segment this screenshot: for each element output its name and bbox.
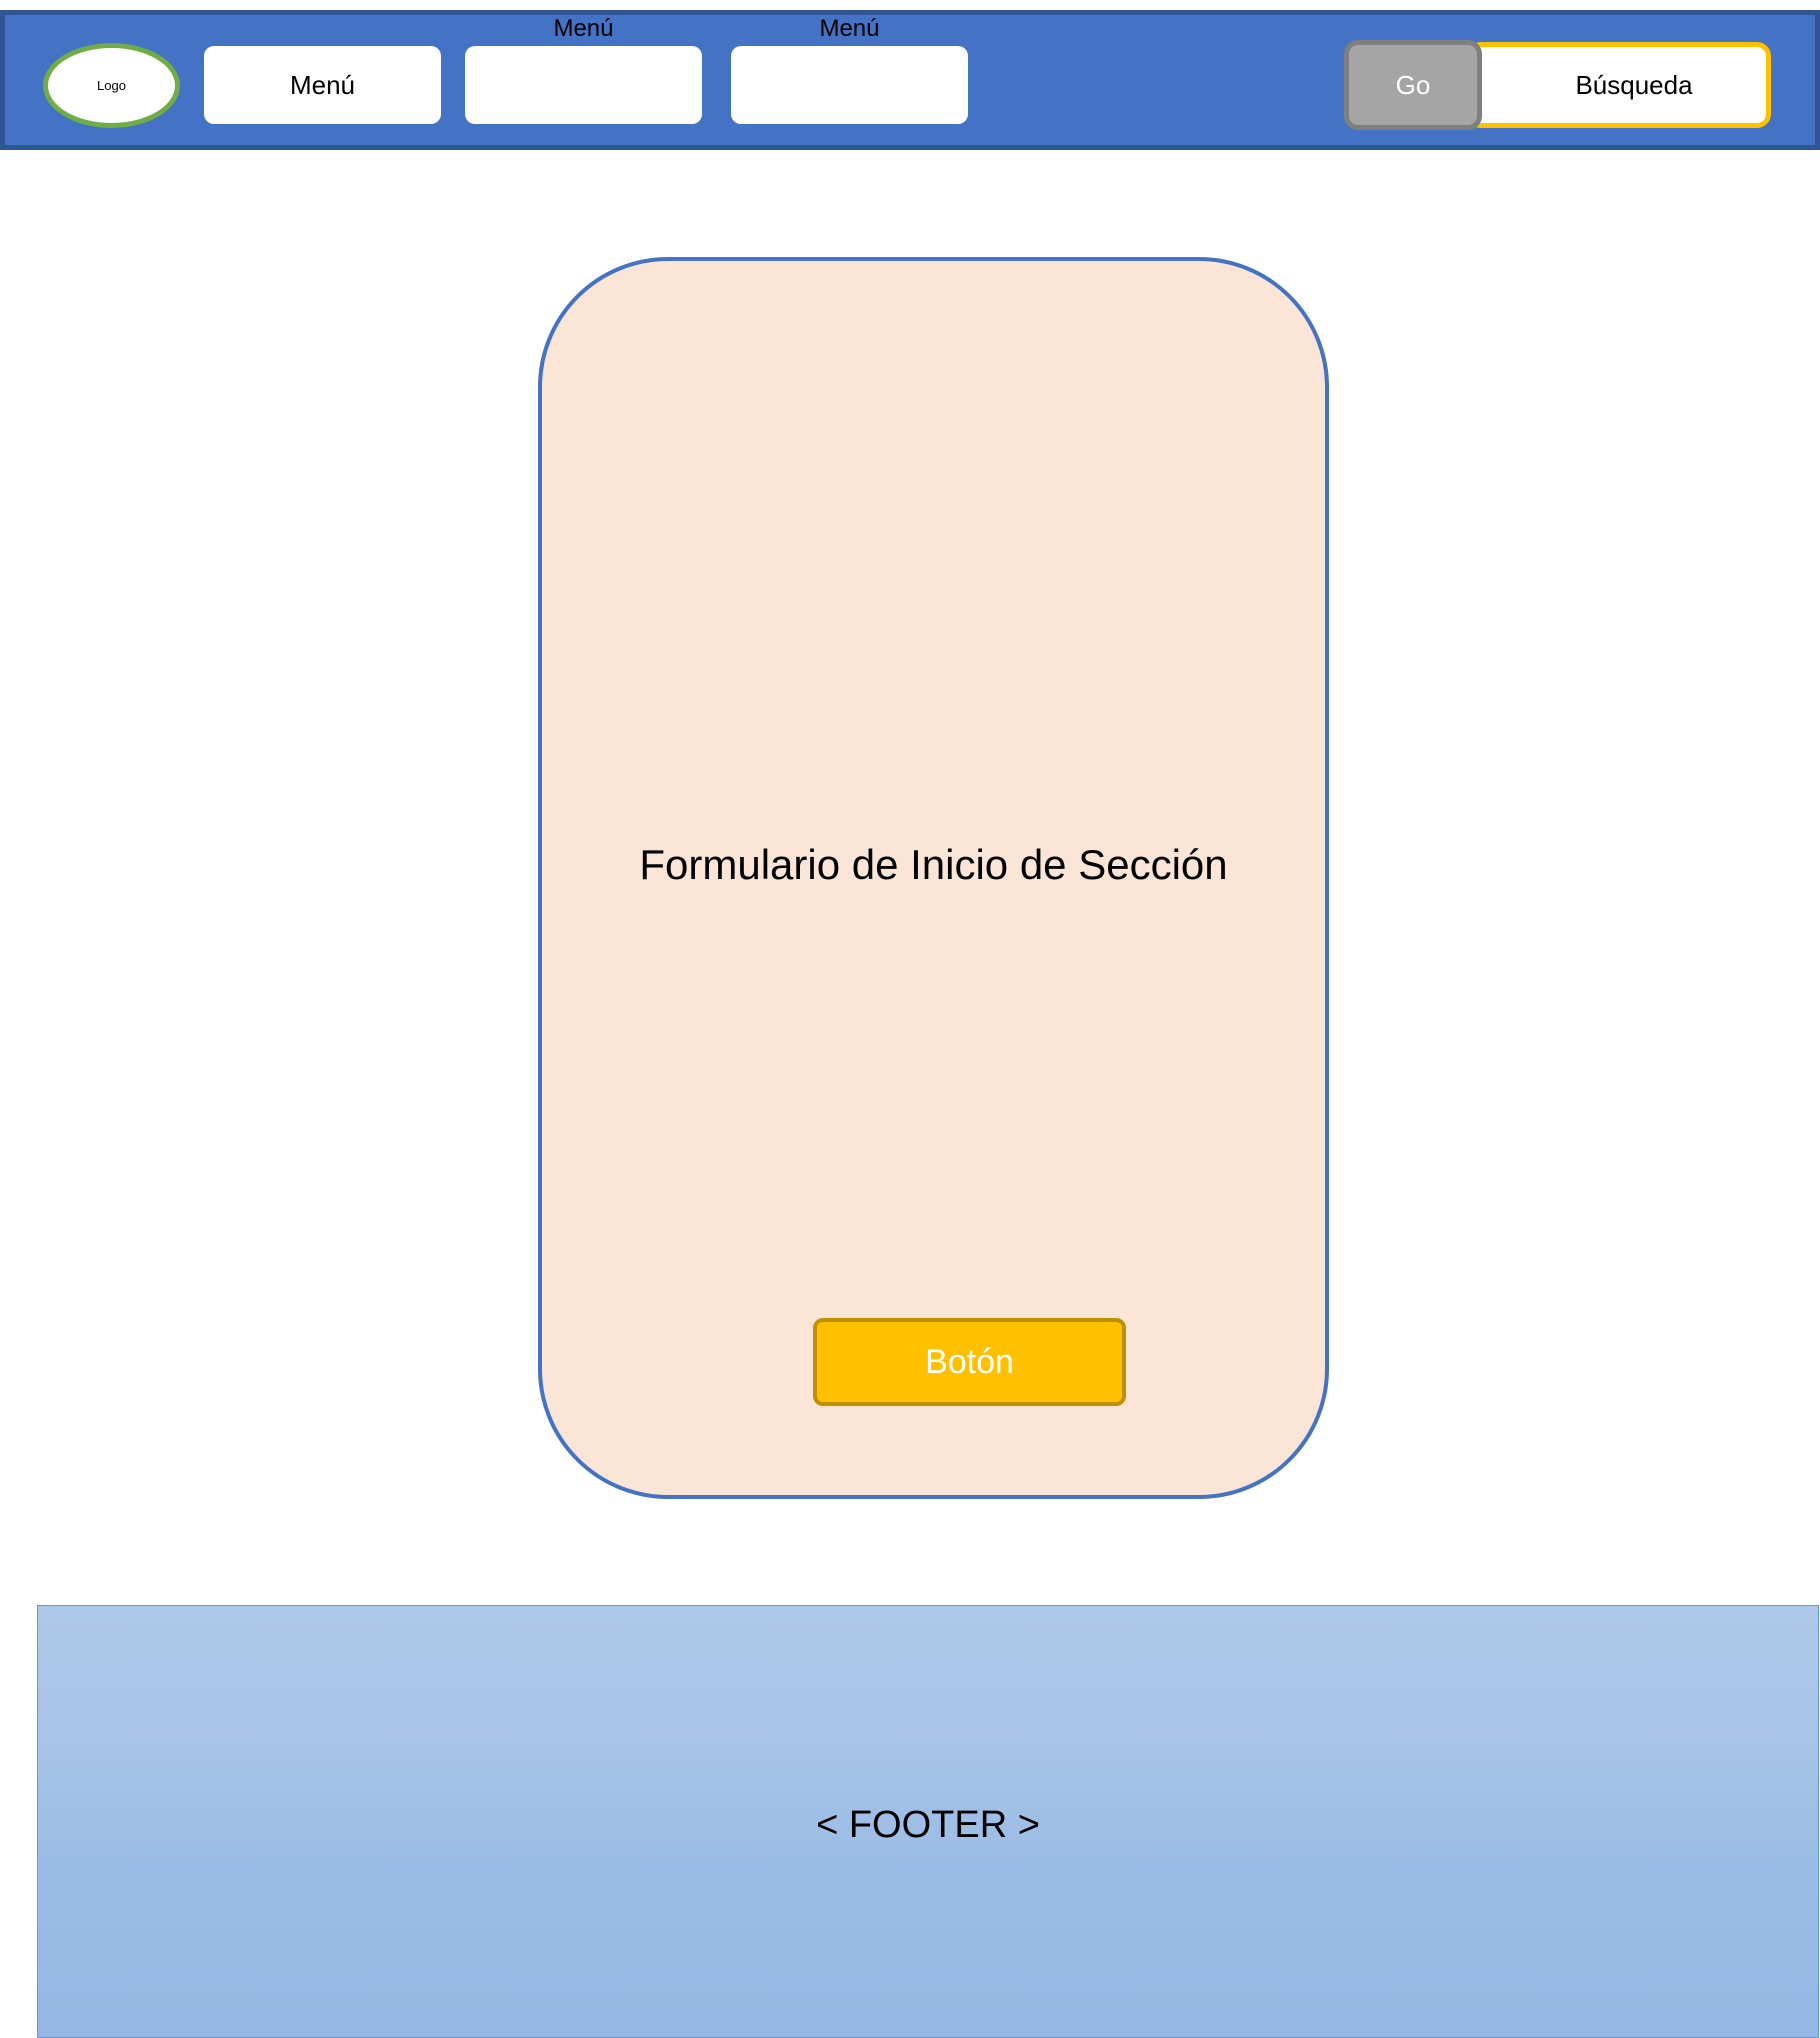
menu-button-3[interactable] <box>731 46 968 124</box>
top-navbar: Logo Menú Menú Menú Búsqueda Go <box>0 10 1820 150</box>
menu-button-3-caption: Menú <box>819 15 880 42</box>
logo-label: Logo <box>97 78 126 93</box>
search-input[interactable]: Búsqueda <box>1467 42 1771 128</box>
logo[interactable]: Logo <box>43 43 180 128</box>
login-form-card: Formulario de Inicio de Sección Botón <box>538 257 1329 1499</box>
login-form-title: Formulario de Inicio de Sección <box>639 841 1228 888</box>
menu-button-1-label: Menú <box>289 69 356 100</box>
submit-button-label: Botón <box>925 1342 1014 1381</box>
go-button-label: Go <box>1395 69 1431 100</box>
go-button[interactable]: Go <box>1344 40 1482 130</box>
search-input-text: Búsqueda <box>1575 69 1693 100</box>
footer-label: < FOOTER > <box>816 1804 1040 1846</box>
page-footer: < FOOTER > <box>37 1605 1819 2038</box>
menu-button-1[interactable]: Menú <box>204 46 441 124</box>
menu-button-2-caption: Menú <box>553 15 614 42</box>
menu-button-2[interactable] <box>465 46 702 124</box>
submit-button[interactable]: Botón <box>813 1318 1126 1406</box>
